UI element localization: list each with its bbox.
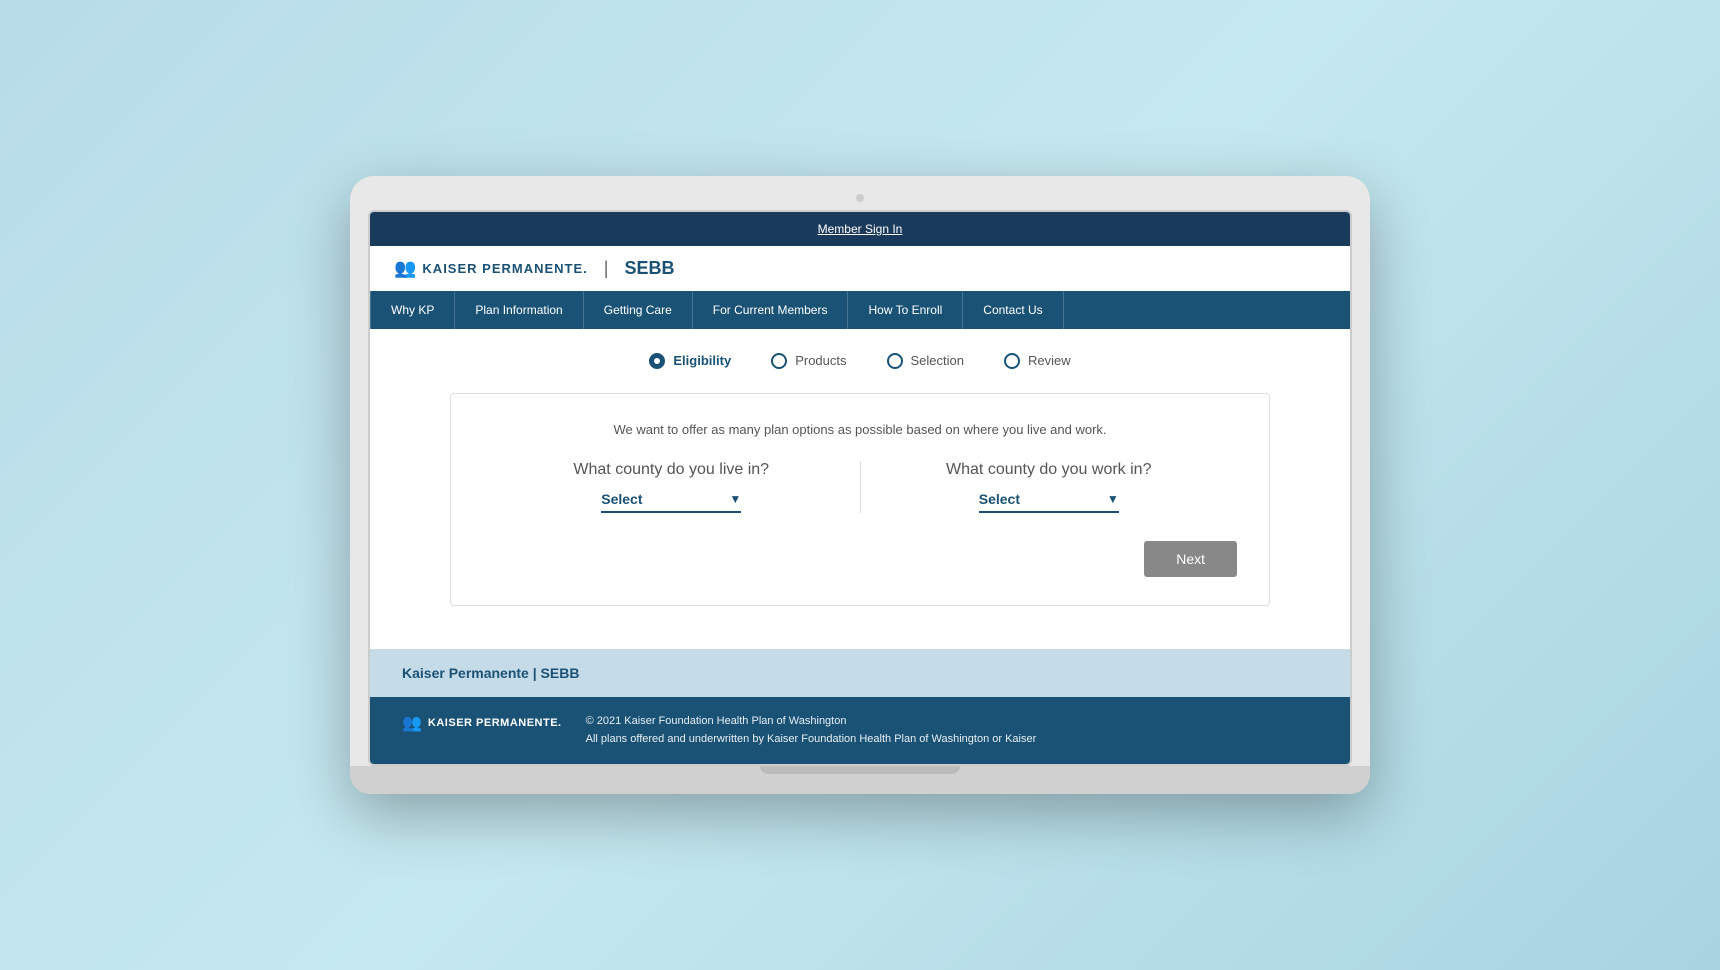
- main-content: Eligibility Products Selection Review We…: [370, 329, 1350, 649]
- footer-copyright: © 2021 Kaiser Foundation Health Plan of …: [586, 713, 1037, 731]
- live-county-select-text: Select: [601, 491, 642, 507]
- nav-current-members[interactable]: For Current Members: [693, 291, 849, 329]
- step-label-review: Review: [1028, 353, 1071, 368]
- step-radio-selection: [887, 353, 903, 369]
- form-intro-text: We want to offer as many plan options as…: [483, 422, 1237, 437]
- member-signin-link[interactable]: Member Sign In: [818, 222, 903, 236]
- footer-light: Kaiser Permanente | SEBB: [370, 649, 1350, 697]
- live-county-col: What county do you live in? Select ▼: [483, 461, 861, 513]
- form-actions: Next: [483, 541, 1237, 577]
- form-card: We want to offer as many plan options as…: [450, 393, 1270, 606]
- nav-why-kp[interactable]: Why KP: [370, 291, 455, 329]
- step-review: Review: [1004, 353, 1071, 369]
- nav-plan-info[interactable]: Plan Information: [455, 291, 583, 329]
- step-radio-eligibility: [649, 353, 665, 369]
- work-county-select[interactable]: Select ▼: [979, 491, 1119, 513]
- steps-row: Eligibility Products Selection Review: [394, 353, 1326, 369]
- kp-logo-text: KAISER PERMANENTE.: [422, 261, 587, 276]
- nav-contact-us[interactable]: Contact Us: [963, 291, 1063, 329]
- kp-logo: 👥 KAISER PERMANENTE.: [394, 258, 588, 279]
- top-bar: Member Sign In: [370, 212, 1350, 246]
- footer-kp-logo: 👥 KAISER PERMANENTE.: [402, 713, 562, 733]
- work-county-select-text: Select: [979, 491, 1020, 507]
- footer-copy: © 2021 Kaiser Foundation Health Plan of …: [586, 713, 1037, 748]
- laptop-base: [350, 766, 1370, 794]
- footer-dark: 👥 KAISER PERMANENTE. © 2021 Kaiser Found…: [370, 697, 1350, 764]
- form-columns: What county do you live in? Select ▼ Wha…: [483, 461, 1237, 513]
- nav-getting-care[interactable]: Getting Care: [584, 291, 693, 329]
- step-radio-review: [1004, 353, 1020, 369]
- footer-underwritten: All plans offered and underwritten by Ka…: [586, 731, 1037, 749]
- kp-people-icon: 👥: [394, 258, 416, 279]
- step-products: Products: [771, 353, 846, 369]
- work-county-chevron-icon: ▼: [1107, 492, 1119, 506]
- work-county-question: What county do you work in?: [946, 461, 1151, 479]
- nav-how-to-enroll[interactable]: How To Enroll: [848, 291, 963, 329]
- footer-people-icon: 👥: [402, 713, 422, 733]
- next-button[interactable]: Next: [1144, 541, 1237, 577]
- step-eligibility: Eligibility: [649, 353, 731, 369]
- nav-bar: Why KP Plan Information Getting Care For…: [370, 291, 1350, 329]
- logo-bar: 👥 KAISER PERMANENTE. | SEBB: [370, 246, 1350, 291]
- logo-divider: |: [604, 258, 609, 279]
- laptop-camera: [856, 194, 864, 202]
- live-county-select[interactable]: Select ▼: [601, 491, 741, 513]
- footer-light-text: Kaiser Permanente | SEBB: [402, 665, 579, 681]
- step-label-products: Products: [795, 353, 846, 368]
- work-county-col: What county do you work in? Select ▼: [861, 461, 1238, 513]
- step-radio-products: [771, 353, 787, 369]
- step-label-eligibility: Eligibility: [673, 353, 731, 368]
- footer-logo-text: KAISER PERMANENTE.: [428, 717, 562, 729]
- logo-sebb: SEBB: [624, 258, 674, 279]
- step-label-selection: Selection: [911, 353, 964, 368]
- live-county-question: What county do you live in?: [573, 461, 769, 479]
- live-county-chevron-icon: ▼: [729, 492, 741, 506]
- step-selection: Selection: [887, 353, 964, 369]
